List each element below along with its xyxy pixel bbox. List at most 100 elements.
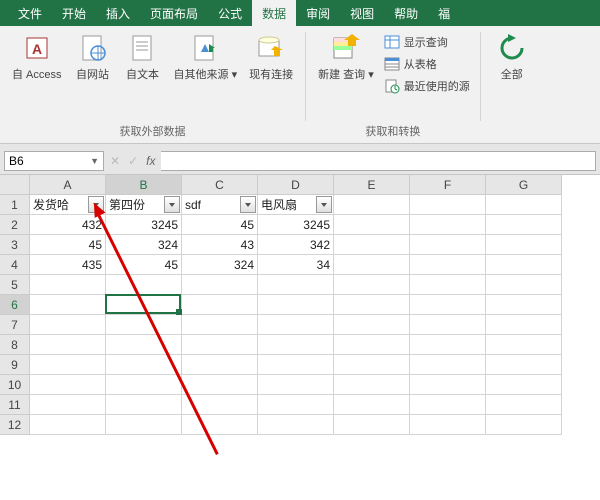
cell-G3[interactable]	[486, 235, 562, 255]
cell-A9[interactable]	[30, 355, 106, 375]
ribbon-btn-2[interactable]: 自文本	[118, 28, 168, 86]
cell-B2[interactable]: 3245	[106, 215, 182, 235]
cell-D3[interactable]: 342	[258, 235, 334, 255]
cell-C2[interactable]: 45	[182, 215, 258, 235]
cell-F9[interactable]	[410, 355, 486, 375]
filter-button[interactable]	[240, 196, 256, 213]
cell-D2[interactable]: 3245	[258, 215, 334, 235]
cell-D12[interactable]	[258, 415, 334, 435]
name-box[interactable]: B6 ▼	[4, 151, 104, 171]
cell-F11[interactable]	[410, 395, 486, 415]
enter-icon[interactable]: ✓	[128, 154, 138, 168]
cell-G10[interactable]	[486, 375, 562, 395]
formula-input[interactable]	[161, 151, 596, 171]
cell-A7[interactable]	[30, 315, 106, 335]
tab-页面布局[interactable]: 页面布局	[140, 0, 208, 26]
cell-G6[interactable]	[486, 295, 562, 315]
cell-A12[interactable]	[30, 415, 106, 435]
cell-F8[interactable]	[410, 335, 486, 355]
cell-E5[interactable]	[334, 275, 410, 295]
cell-C5[interactable]	[182, 275, 258, 295]
tab-福[interactable]: 福	[428, 0, 460, 26]
cell-F4[interactable]	[410, 255, 486, 275]
col-header-B[interactable]: B	[106, 175, 182, 195]
cell-F1[interactable]	[410, 195, 486, 215]
cell-G9[interactable]	[486, 355, 562, 375]
row-header-8[interactable]: 8	[0, 335, 30, 355]
cell-F7[interactable]	[410, 315, 486, 335]
row-header-10[interactable]: 10	[0, 375, 30, 395]
col-header-A[interactable]: A	[30, 175, 106, 195]
cell-A8[interactable]	[30, 335, 106, 355]
tab-开始[interactable]: 开始	[52, 0, 96, 26]
cell-D1[interactable]: 电风扇	[258, 195, 334, 215]
cell-C1[interactable]: sdf	[182, 195, 258, 215]
cell-G8[interactable]	[486, 335, 562, 355]
cell-G1[interactable]	[486, 195, 562, 215]
cell-G4[interactable]	[486, 255, 562, 275]
select-all-triangle[interactable]	[0, 175, 30, 195]
tab-审阅[interactable]: 审阅	[296, 0, 340, 26]
cell-D7[interactable]	[258, 315, 334, 335]
cell-E10[interactable]	[334, 375, 410, 395]
cell-G2[interactable]	[486, 215, 562, 235]
cell-B7[interactable]	[106, 315, 182, 335]
cell-F12[interactable]	[410, 415, 486, 435]
cell-G7[interactable]	[486, 315, 562, 335]
cell-E3[interactable]	[334, 235, 410, 255]
cell-C10[interactable]	[182, 375, 258, 395]
tab-文件[interactable]: 文件	[8, 0, 52, 26]
col-header-G[interactable]: G	[486, 175, 562, 195]
row-header-6[interactable]: 6	[0, 295, 30, 315]
tab-公式[interactable]: 公式	[208, 0, 252, 26]
cell-A6[interactable]	[30, 295, 106, 315]
cell-D6[interactable]	[258, 295, 334, 315]
cancel-icon[interactable]: ✕	[110, 154, 120, 168]
cell-D8[interactable]	[258, 335, 334, 355]
cell-C4[interactable]: 324	[182, 255, 258, 275]
row-header-5[interactable]: 5	[0, 275, 30, 295]
cell-A10[interactable]	[30, 375, 106, 395]
cell-A3[interactable]: 45	[30, 235, 106, 255]
cell-B10[interactable]	[106, 375, 182, 395]
tab-数据[interactable]: 数据	[252, 0, 296, 26]
refresh-all-button[interactable]: 全部	[487, 28, 537, 86]
cell-G12[interactable]	[486, 415, 562, 435]
tab-插入[interactable]: 插入	[96, 0, 140, 26]
col-header-E[interactable]: E	[334, 175, 410, 195]
ribbon-btn-1[interactable]: 自网站	[68, 28, 118, 86]
row-header-4[interactable]: 4	[0, 255, 30, 275]
cell-C3[interactable]: 43	[182, 235, 258, 255]
ribbon-small-0[interactable]: 显示查询	[380, 32, 474, 52]
ribbon-btn-3[interactable]: 自其他来源 ▾	[168, 28, 244, 86]
cell-C12[interactable]	[182, 415, 258, 435]
cell-E9[interactable]	[334, 355, 410, 375]
cell-D9[interactable]	[258, 355, 334, 375]
cell-C6[interactable]	[182, 295, 258, 315]
ribbon-small-2[interactable]: 最近使用的源	[380, 76, 474, 96]
cell-G5[interactable]	[486, 275, 562, 295]
row-header-1[interactable]: 1	[0, 195, 30, 215]
cell-B12[interactable]	[106, 415, 182, 435]
cell-D11[interactable]	[258, 395, 334, 415]
cell-D4[interactable]: 34	[258, 255, 334, 275]
cell-C9[interactable]	[182, 355, 258, 375]
cell-A11[interactable]	[30, 395, 106, 415]
cell-B11[interactable]	[106, 395, 182, 415]
cell-G11[interactable]	[486, 395, 562, 415]
cell-D10[interactable]	[258, 375, 334, 395]
row-header-7[interactable]: 7	[0, 315, 30, 335]
cell-E1[interactable]	[334, 195, 410, 215]
cell-A4[interactable]: 435	[30, 255, 106, 275]
cell-D5[interactable]	[258, 275, 334, 295]
row-header-12[interactable]: 12	[0, 415, 30, 435]
ribbon-small-1[interactable]: 从表格	[380, 54, 474, 74]
cell-E11[interactable]	[334, 395, 410, 415]
cell-E6[interactable]	[334, 295, 410, 315]
tab-视图[interactable]: 视图	[340, 0, 384, 26]
cell-A5[interactable]	[30, 275, 106, 295]
cell-E12[interactable]	[334, 415, 410, 435]
cell-E4[interactable]	[334, 255, 410, 275]
col-header-D[interactable]: D	[258, 175, 334, 195]
filter-button[interactable]	[164, 196, 180, 213]
